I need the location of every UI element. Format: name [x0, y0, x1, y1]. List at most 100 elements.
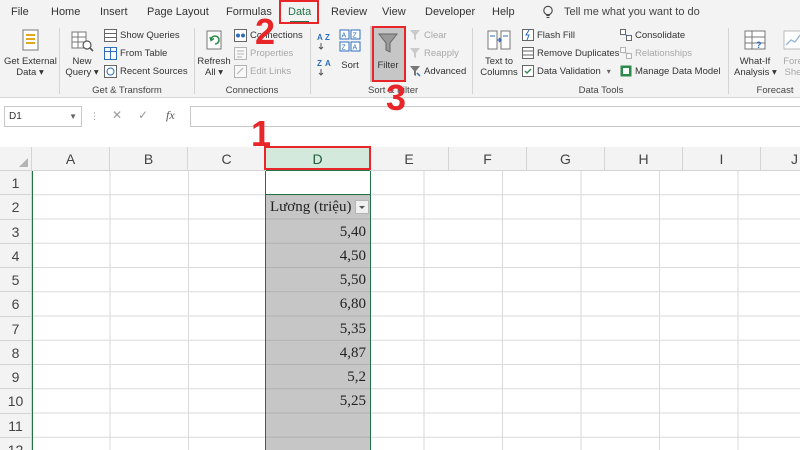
manage-data-model-button[interactable]: Manage Data Model: [620, 64, 721, 80]
row-header-12[interactable]: 12: [0, 437, 32, 450]
from-table-icon: [104, 46, 117, 60]
relationships-label: Relationships: [635, 48, 693, 59]
annotation-box-column-d: [264, 146, 371, 170]
from-table-button[interactable]: From Table: [104, 46, 167, 62]
tab-view[interactable]: View: [382, 0, 406, 24]
step-number-2: 2: [255, 11, 276, 52]
what-if-line1: What-If: [739, 56, 771, 67]
column-header-j[interactable]: J: [761, 147, 800, 171]
get-external-data-button[interactable]: Get External Data ▾: [4, 28, 57, 78]
column-header-e[interactable]: E: [370, 147, 449, 171]
tab-insert[interactable]: Insert: [100, 0, 128, 24]
name-box-value: D1: [9, 111, 22, 122]
refresh-all-button[interactable]: Refresh All ▾: [197, 28, 231, 78]
data-validation-icon: [522, 65, 534, 78]
filter-dropdown-button[interactable]: [355, 200, 369, 214]
new-query-button[interactable]: New Query ▾: [64, 28, 100, 78]
flash-fill-button[interactable]: Flash Fill: [522, 28, 575, 44]
row-header-2[interactable]: 2: [0, 195, 32, 220]
svg-text:A: A: [353, 45, 358, 52]
row-header-3[interactable]: 3: [0, 219, 32, 244]
external-data-icon: [22, 29, 39, 51]
tab-help[interactable]: Help: [492, 0, 515, 24]
svg-text:A: A: [342, 33, 347, 40]
annotation-box-filter-button: [372, 26, 406, 82]
text-to-columns-button[interactable]: Text to Columns: [478, 28, 520, 78]
data-cell-d9[interactable]: 5,2: [266, 365, 370, 389]
tab-file[interactable]: File: [11, 0, 29, 24]
data-model-icon: [620, 65, 632, 77]
data-validation-label: Data Validation: [537, 66, 601, 77]
group-divider: [310, 28, 311, 94]
chevron-down-icon[interactable]: ▼: [69, 107, 77, 126]
row-header-7[interactable]: 7: [0, 316, 32, 341]
flash-fill-label: Flash Fill: [537, 30, 576, 41]
group-divider: [472, 28, 473, 94]
tab-page-layout[interactable]: Page Layout: [147, 0, 209, 24]
insert-function-icon[interactable]: fx: [166, 108, 175, 123]
column-header-h[interactable]: H: [605, 147, 683, 171]
column-header-g[interactable]: G: [527, 147, 605, 171]
cell-grid[interactable]: [32, 171, 800, 450]
data-cell-d3[interactable]: 5,40: [266, 220, 370, 244]
what-if-analysis-button[interactable]: ? What-If Analysis ▾: [734, 28, 777, 78]
column-header-a[interactable]: A: [32, 147, 110, 171]
select-all-corner[interactable]: [0, 147, 32, 171]
advanced-label: Advanced: [424, 66, 467, 77]
data-cell-d5[interactable]: 5,50: [266, 268, 370, 292]
refresh-line2: All ▾: [205, 67, 223, 78]
recent-sources-button[interactable]: Recent Sources: [104, 64, 188, 80]
tab-review[interactable]: Review: [331, 0, 367, 24]
refresh-icon: [206, 30, 222, 50]
row-header-10[interactable]: 10: [0, 389, 32, 414]
enter-icon[interactable]: ✓: [138, 108, 148, 122]
remove-duplicates-button[interactable]: Remove Duplicates: [522, 46, 619, 62]
row-header-4[interactable]: 4: [0, 243, 32, 268]
column-header-b[interactable]: B: [110, 147, 188, 171]
clear-filter-icon: [410, 30, 420, 41]
cancel-icon[interactable]: ✕: [112, 108, 122, 122]
column-header-i[interactable]: I: [683, 147, 761, 171]
row-header-9[interactable]: 9: [0, 365, 32, 390]
data-cell-d6[interactable]: 6,80: [266, 292, 370, 316]
consolidate-button[interactable]: Consolidate: [620, 28, 685, 44]
ribbon-tab-bar: File Home Insert Page Layout Formulas Da…: [0, 0, 800, 24]
from-table-label: From Table: [120, 48, 168, 59]
row-header-1[interactable]: 1: [0, 171, 32, 196]
tab-home[interactable]: Home: [51, 0, 80, 24]
row-header-6[interactable]: 6: [0, 292, 32, 317]
active-cell-border: [266, 171, 370, 195]
edit-links-button[interactable]: Edit Links: [234, 64, 291, 80]
formula-bar-grip[interactable]: ⋮: [90, 111, 99, 122]
data-cell-d7[interactable]: 5,35: [266, 317, 370, 341]
name-box[interactable]: D1 ▼: [4, 106, 82, 127]
tab-developer[interactable]: Developer: [425, 0, 475, 24]
annotation-box-data-tab: [279, 0, 319, 24]
show-queries-button[interactable]: Show Queries: [104, 28, 180, 44]
row-header-11[interactable]: 11: [0, 413, 32, 438]
sort-button[interactable]: A Z Z A Sort: [336, 28, 364, 71]
text-to-columns-line1: Text to: [485, 56, 513, 67]
connections-icon: [234, 28, 247, 42]
relationships-icon: [620, 47, 632, 60]
relationships-button[interactable]: Relationships: [620, 46, 692, 62]
data-validation-button[interactable]: Data Validation ▾: [522, 64, 611, 80]
data-cell-d8[interactable]: 4,87: [266, 341, 370, 365]
data-cell-d4[interactable]: 4,50: [266, 244, 370, 268]
row-header-8[interactable]: 8: [0, 340, 32, 365]
get-external-line2: Data ▾: [16, 67, 44, 78]
new-query-line2: Query ▾: [65, 67, 99, 78]
clear-filter-button[interactable]: Clear: [409, 28, 447, 44]
column-header-f[interactable]: F: [449, 147, 527, 171]
row-header-5[interactable]: 5: [0, 268, 32, 293]
advanced-filter-button[interactable]: Advanced: [409, 64, 466, 80]
reapply-button[interactable]: Reapply: [409, 46, 459, 62]
forecast-sheet-button[interactable]: Fore She: [780, 28, 800, 78]
clear-label: Clear: [424, 30, 447, 41]
show-queries-icon: [104, 28, 117, 42]
what-if-icon: ?: [744, 30, 766, 50]
formula-input[interactable]: [190, 106, 800, 127]
tell-me-search[interactable]: Tell me what you want to do: [564, 0, 700, 24]
new-query-icon: [71, 31, 94, 52]
data-cell-d10[interactable]: 5,25: [266, 389, 370, 413]
